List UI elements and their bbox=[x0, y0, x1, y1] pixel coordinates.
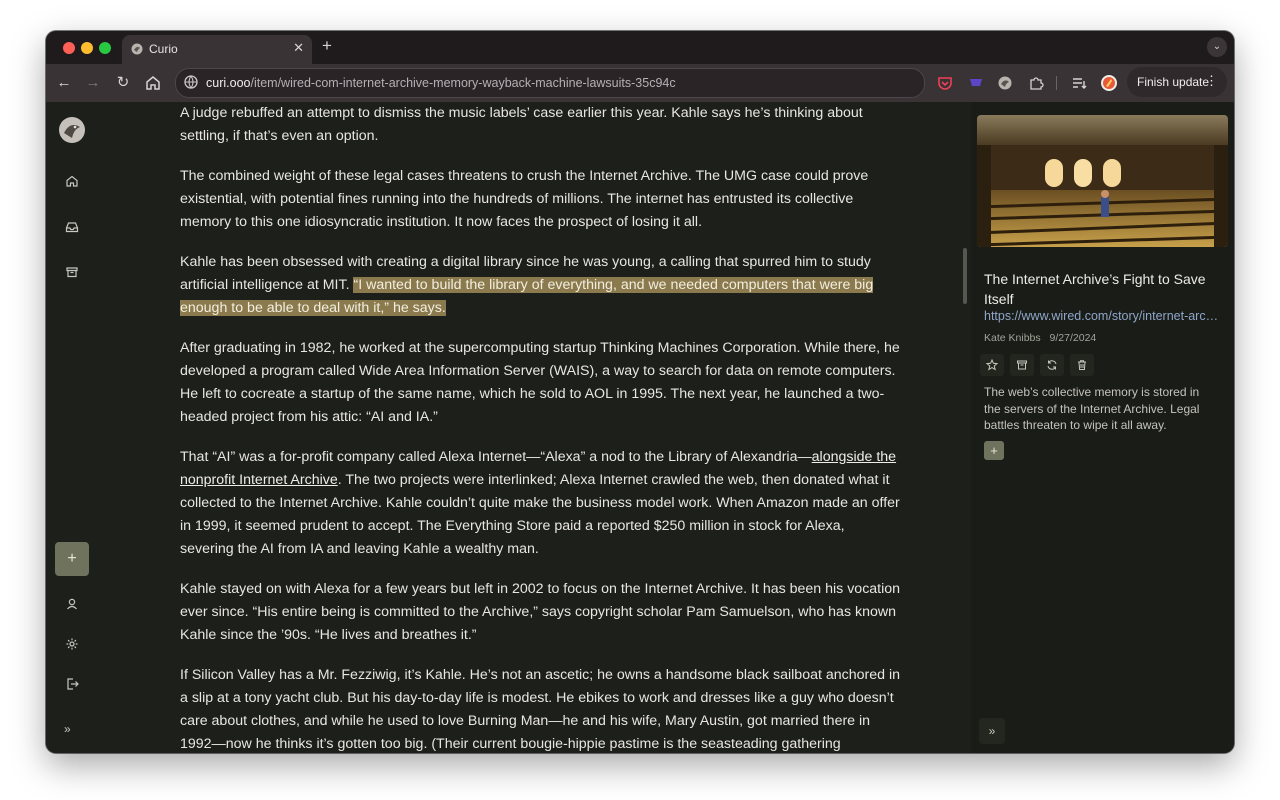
article-paragraph: That “AI” was a for-profit company calle… bbox=[180, 446, 902, 561]
delete-button[interactable] bbox=[1070, 354, 1094, 376]
forward-arrow-icon[interactable]: → bbox=[84, 74, 102, 92]
article-url-link[interactable]: https://www.wired.com/story/internet-arc… bbox=[984, 309, 1222, 323]
app-sidebar: + » bbox=[46, 102, 98, 753]
profile-avatar-icon[interactable] bbox=[1101, 75, 1117, 91]
url-path: /item/wired-com-internet-archive-memory-… bbox=[250, 76, 676, 90]
details-panel: The Internet Archive’s Fight to Save Its… bbox=[971, 102, 1234, 753]
minimize-window-button[interactable] bbox=[81, 42, 93, 54]
close-window-button[interactable] bbox=[63, 42, 75, 54]
new-tab-button[interactable]: + bbox=[322, 36, 332, 56]
tab-title: Curio bbox=[149, 42, 178, 56]
article-author: Kate Knibbs bbox=[984, 332, 1041, 344]
maximize-window-button[interactable] bbox=[99, 42, 111, 54]
back-arrow-icon[interactable]: ← bbox=[55, 74, 73, 92]
curio-logo-icon[interactable] bbox=[58, 116, 86, 144]
article-paragraph: The combined weight of these legal cases… bbox=[180, 168, 869, 230]
browser-menu-icon[interactable]: ⋮ bbox=[1205, 73, 1218, 89]
cart-extension-icon[interactable] bbox=[968, 75, 984, 91]
page-content: + » A judge rebuffed an attempt to dismi… bbox=[46, 102, 1234, 753]
finish-update-label: Finish update bbox=[1137, 75, 1210, 89]
archive-button[interactable] bbox=[1010, 354, 1034, 376]
tab-search-chevron-icon[interactable]: ⌄ bbox=[1207, 37, 1227, 57]
archive-icon bbox=[1017, 360, 1027, 370]
url-host: curi.ooo bbox=[206, 76, 251, 90]
browser-window: Curio ✕ + ⌄ ← → ↻ curi.ooo/item/wired-co… bbox=[46, 31, 1234, 753]
inbox-icon[interactable] bbox=[64, 219, 80, 235]
article-body: A judge rebuffed an attempt to dismiss t… bbox=[180, 102, 902, 753]
article-scrollbar[interactable] bbox=[963, 248, 967, 304]
reload-icon[interactable]: ↻ bbox=[114, 74, 132, 92]
article-description: The web’s collective memory is stored in… bbox=[984, 385, 1200, 432]
refresh-icon bbox=[1047, 360, 1057, 370]
expand-sidebar-icon[interactable]: » bbox=[64, 722, 71, 736]
curio-favicon-icon bbox=[131, 43, 143, 55]
curio-extension-icon[interactable] bbox=[997, 75, 1013, 91]
tab-close-icon[interactable]: ✕ bbox=[293, 40, 304, 56]
home-icon[interactable] bbox=[144, 74, 162, 92]
home-icon[interactable] bbox=[64, 173, 80, 189]
settings-gear-icon[interactable] bbox=[64, 636, 80, 652]
reading-list-icon[interactable] bbox=[1071, 75, 1087, 91]
browser-toolbar: ← → ↻ curi.ooo/item/wired-com-internet-a… bbox=[46, 64, 1234, 102]
site-info-icon[interactable] bbox=[184, 75, 198, 89]
tab-curio[interactable]: Curio ✕ bbox=[122, 35, 312, 64]
url-text: curi.ooo/item/wired-com-internet-archive… bbox=[206, 76, 676, 90]
paragraph-text: That “AI” was a for-profit company calle… bbox=[180, 449, 812, 465]
user-icon[interactable] bbox=[64, 596, 80, 612]
archive-icon[interactable] bbox=[64, 264, 80, 280]
finish-update-button[interactable]: Finish update ⋮ bbox=[1127, 67, 1227, 97]
article-title: The Internet Archive’s Fight to Save Its… bbox=[984, 271, 1206, 307]
refresh-button[interactable] bbox=[1040, 354, 1064, 376]
address-bar[interactable]: curi.ooo/item/wired-com-internet-archive… bbox=[175, 68, 925, 98]
collapse-panel-icon[interactable]: » bbox=[979, 718, 1005, 744]
add-tag-button[interactable]: + bbox=[984, 441, 1004, 460]
article-paragraph: If Silicon Valley has a Mr. Fezziwig, it… bbox=[180, 667, 900, 752]
trash-icon bbox=[1078, 360, 1086, 370]
article-paragraph: After graduating in 1982, he worked at t… bbox=[180, 340, 900, 425]
article-meta: Kate Knibbs 9/27/2024 bbox=[984, 332, 1096, 344]
article-paragraph: Kahle has been obsessed with creating a … bbox=[180, 251, 902, 320]
favorite-button[interactable] bbox=[980, 354, 1004, 376]
star-icon bbox=[986, 359, 998, 371]
article-paragraph: A judge rebuffed an attempt to dismiss t… bbox=[180, 105, 863, 144]
article-paragraph: Kahle stayed on with Alexa for a few yea… bbox=[180, 581, 901, 643]
article-date: 9/27/2024 bbox=[1049, 332, 1097, 344]
tab-strip: Curio ✕ + ⌄ bbox=[46, 31, 1234, 64]
toolbar-divider bbox=[1056, 76, 1057, 90]
extensions-puzzle-icon[interactable] bbox=[1028, 75, 1044, 91]
logout-icon[interactable] bbox=[64, 676, 80, 692]
add-item-button[interactable]: + bbox=[55, 542, 89, 576]
pocket-extension-icon[interactable] bbox=[937, 75, 953, 91]
article-hero-image bbox=[977, 115, 1228, 247]
